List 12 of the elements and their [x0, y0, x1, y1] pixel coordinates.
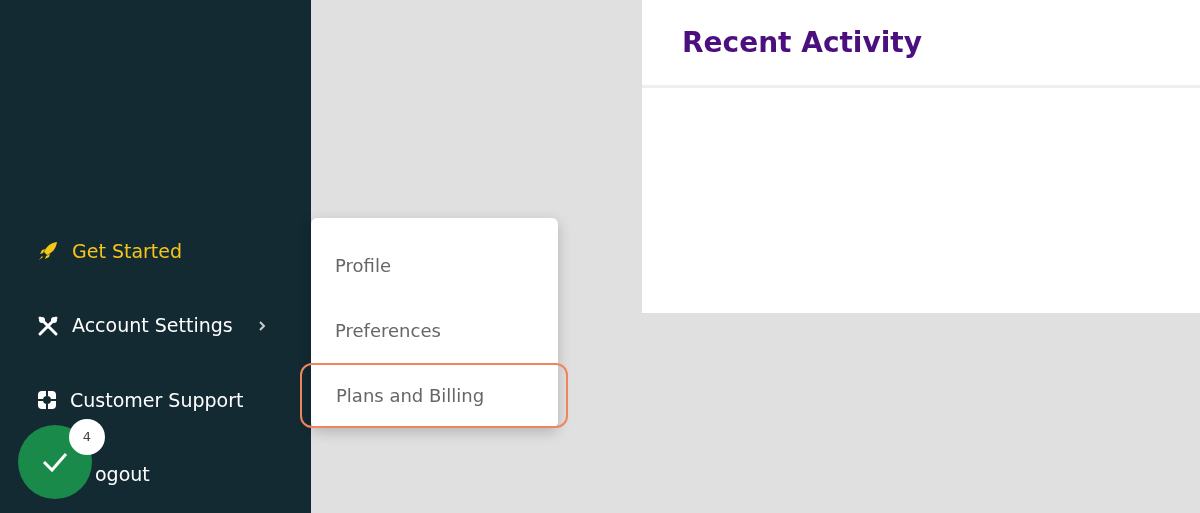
sidebar-item[interactable]: ogout [95, 456, 150, 493]
submenu-item[interactable]: Profile [311, 233, 558, 298]
rocket-icon [37, 240, 59, 262]
check-icon [41, 451, 69, 473]
submenu-item[interactable]: Preferences [311, 298, 558, 363]
sidebar-item[interactable]: Account Settings [0, 307, 266, 344]
submenu-item[interactable]: Plans and Billing [300, 362, 568, 428]
lifebuoy-icon [37, 390, 57, 410]
tools-icon [37, 314, 59, 337]
sidebar-item[interactable]: Customer Support [0, 382, 244, 418]
card-title: Recent Activity [682, 24, 922, 61]
sidebar-item[interactable]: Get Started [0, 233, 183, 269]
